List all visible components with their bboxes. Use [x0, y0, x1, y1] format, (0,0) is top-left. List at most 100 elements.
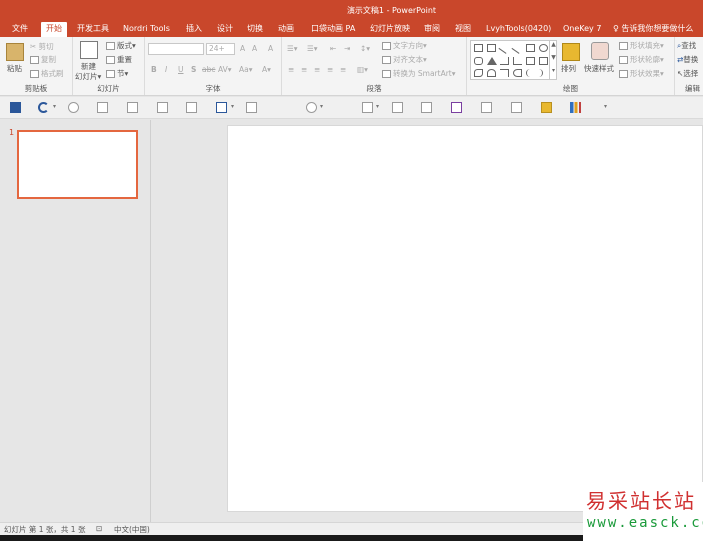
numbering-button[interactable]: ☰▾	[307, 44, 318, 54]
chart-icon[interactable]	[570, 102, 581, 113]
layers-icon[interactable]	[451, 102, 462, 113]
folder-icon[interactable]	[541, 102, 552, 113]
italic-button[interactable]: I	[165, 65, 167, 75]
oval-shape-icon[interactable]	[539, 44, 548, 52]
layout-button[interactable]: 版式▾	[106, 41, 136, 51]
spellcheck-icon[interactable]: ⊡	[96, 524, 102, 533]
bold-button[interactable]: B	[151, 65, 157, 75]
copy-button[interactable]: 复制	[30, 55, 56, 65]
convert-smartart-button[interactable]: 转换为 SmartArt▾	[382, 69, 456, 79]
star-icon[interactable]	[421, 102, 432, 113]
pen-qat-icon[interactable]	[362, 102, 373, 113]
slide-thumbnail[interactable]	[17, 130, 138, 199]
replace-button[interactable]: ⇄替换	[677, 55, 698, 65]
shape-outline-button[interactable]: 形状轮廓▾	[619, 55, 664, 65]
line-shape-icon[interactable]	[498, 42, 511, 54]
font-color-button[interactable]: A▾	[262, 65, 271, 75]
duplicate-icon[interactable]	[157, 102, 168, 113]
right-arrow-shape-icon[interactable]	[526, 57, 535, 65]
decrease-indent-button[interactable]: ⇤	[330, 44, 336, 54]
rounded-rect-shape-icon[interactable]	[474, 57, 483, 65]
tell-me-search[interactable]: ♀ 告诉我你想要做什么	[613, 22, 693, 36]
elbow-arrow-shape-icon[interactable]	[513, 57, 522, 65]
section-button[interactable]: 节▾	[106, 69, 128, 79]
lock-icon[interactable]	[246, 102, 257, 113]
strikethrough-button[interactable]: abc	[202, 65, 215, 75]
columns-button[interactable]: ▥▾	[357, 65, 368, 75]
increase-indent-button[interactable]: ⇥	[344, 44, 350, 54]
font-name-field[interactable]	[148, 43, 204, 55]
align-right-button[interactable]: ≡	[314, 65, 320, 75]
reset-button[interactable]: 重置	[106, 55, 132, 65]
new-slide-button[interactable]: 幻灯片▾	[75, 72, 101, 82]
tab-review[interactable]: 审阅	[424, 22, 440, 37]
slideshow-icon[interactable]	[97, 102, 108, 113]
font-size-field[interactable]: 24+	[206, 43, 235, 55]
slide-canvas[interactable]	[227, 125, 703, 512]
pen-dropdown[interactable]: ▾	[376, 103, 379, 110]
tab-developer[interactable]: 开发工具	[77, 22, 109, 37]
tab-slideshow[interactable]: 幻灯片放映	[370, 22, 410, 37]
crop-icon[interactable]	[511, 102, 522, 113]
grow-font-button[interactable]: A	[240, 44, 245, 54]
bullets-button[interactable]: ☰▾	[287, 44, 298, 54]
vertical-textbox-shape-icon[interactable]	[487, 44, 496, 52]
shapes-gallery[interactable]: ▲ ▼ ▾	[470, 40, 557, 80]
tab-lvyhtools[interactable]: LvyhTools(0420)	[486, 22, 551, 37]
line-spacing-button[interactable]: ↕▾	[360, 44, 370, 54]
arrange-icon[interactable]	[562, 43, 580, 61]
cut-button[interactable]: ✂ 剪切	[30, 42, 54, 52]
justify-button[interactable]: ≡	[327, 65, 333, 75]
freeform-shape-icon[interactable]	[474, 69, 483, 77]
curve-shape-icon[interactable]	[513, 69, 522, 77]
shape-effects-button[interactable]: 形状效果▾	[619, 69, 664, 79]
shape-dropdown[interactable]: ▾	[231, 103, 234, 110]
fill-icon[interactable]	[306, 102, 317, 113]
picture-icon[interactable]	[392, 102, 403, 113]
shapes-more[interactable]: ▾	[549, 67, 557, 80]
clear-format-button[interactable]: A	[268, 44, 273, 54]
new-slide-qat-icon[interactable]	[127, 102, 138, 113]
textbox-shape-icon[interactable]	[474, 44, 483, 52]
char-spacing-button[interactable]: AV▾	[218, 65, 232, 75]
new-slide-icon[interactable]	[80, 41, 98, 59]
distributed-button[interactable]: ≡	[340, 65, 346, 75]
right-brace-shape-icon[interactable]	[539, 69, 543, 77]
undo-dropdown[interactable]: ▾	[53, 103, 56, 110]
tab-transitions[interactable]: 切换	[247, 22, 263, 37]
left-brace-shape-icon[interactable]	[526, 69, 530, 77]
arrow-shape-icon[interactable]	[511, 42, 524, 54]
tab-view[interactable]: 视图	[455, 22, 471, 37]
triangle-shape-icon[interactable]	[487, 57, 497, 65]
rectangle-shape-icon[interactable]	[526, 44, 535, 52]
tab-onekey[interactable]: OneKey 7	[563, 22, 601, 37]
align-left-button[interactable]: ≡	[288, 65, 294, 75]
elbow-connector-shape-icon[interactable]	[500, 57, 509, 65]
quick-styles-icon[interactable]	[591, 42, 609, 60]
tab-file[interactable]: 文件	[12, 22, 28, 37]
corner-shape-icon[interactable]	[500, 69, 509, 77]
redo-icon[interactable]	[68, 102, 79, 113]
tab-animations[interactable]: 动画	[278, 22, 294, 37]
save-icon[interactable]	[10, 102, 21, 113]
paste-icon[interactable]	[6, 43, 24, 61]
paste-button[interactable]: 粘贴	[7, 64, 22, 74]
shapes-scroll-down[interactable]: ▼	[549, 54, 557, 67]
tab-nordri-tools[interactable]: Nordri Tools	[123, 22, 170, 37]
change-case-button[interactable]: Aa▾	[239, 65, 253, 75]
customize-qat-dropdown[interactable]: ▾	[604, 103, 607, 110]
select-button[interactable]: ↖选择	[677, 69, 698, 79]
format-painter-button[interactable]: 格式刷	[30, 69, 64, 79]
new-slide-label-1[interactable]: 新建	[81, 62, 96, 72]
fill-dropdown[interactable]: ▾	[320, 103, 323, 110]
arc-shape-icon[interactable]	[487, 69, 496, 77]
align-text-button[interactable]: 对齐文本▾	[382, 55, 427, 65]
find-button[interactable]: ⌕查找	[677, 41, 696, 51]
down-arrow-shape-icon[interactable]	[539, 57, 548, 65]
language-status[interactable]: 中文(中国)	[114, 524, 150, 535]
shrink-font-button[interactable]: A	[252, 44, 257, 54]
shadow-button[interactable]: S	[191, 65, 196, 75]
text-direction-button[interactable]: 文字方向▾	[382, 41, 427, 51]
tab-insert[interactable]: 插入	[186, 22, 202, 37]
shapes-scroll-up[interactable]: ▲	[549, 41, 557, 54]
